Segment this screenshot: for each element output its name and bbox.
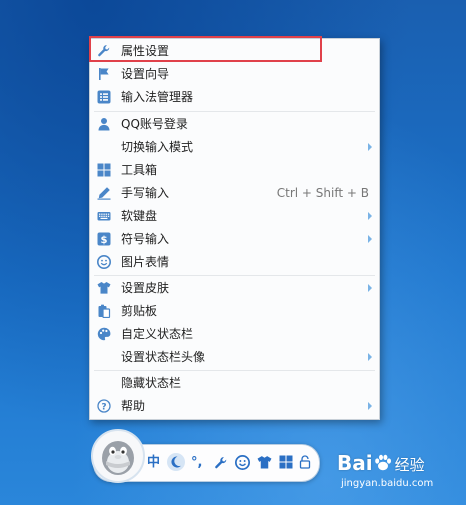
- menu-item-label: 设置状态栏头像: [121, 350, 206, 364]
- help-icon: ?: [97, 399, 111, 413]
- watermark-brand: Bai 经验: [337, 451, 425, 478]
- menu-separator: [94, 275, 375, 276]
- menu-item-hide-statusbar[interactable]: 隐藏状态栏: [90, 372, 379, 395]
- grid-icon[interactable]: [279, 455, 293, 471]
- menu-item-label: 属性设置: [121, 44, 170, 58]
- menu-item-toolbox[interactable]: 工具箱: [90, 159, 379, 182]
- submenu-arrow-icon: [368, 212, 372, 220]
- svg-text:$: $: [101, 235, 108, 246]
- pen-icon: [97, 186, 111, 200]
- punctuation-toggle[interactable]: °,: [191, 455, 202, 471]
- menu-item-label: 软键盘: [121, 209, 158, 223]
- grid-icon: [97, 163, 111, 177]
- menu-item-label: 图片表情: [121, 255, 170, 269]
- menu-item-custom-statusbar[interactable]: 自定义状态栏: [90, 323, 379, 346]
- penguin-avatar-icon: [102, 441, 134, 475]
- menu-item-label: 设置皮肤: [121, 281, 170, 295]
- user-icon: [97, 117, 111, 131]
- submenu-arrow-icon: [368, 402, 372, 410]
- submenu-arrow-icon: [368, 353, 372, 361]
- submenu-arrow-icon: [368, 143, 372, 151]
- submenu-arrow-icon: [368, 284, 372, 292]
- menu-item-label: 符号输入: [121, 232, 170, 246]
- menu-item-qq-login[interactable]: QQ账号登录: [90, 113, 379, 136]
- menu-item-label: 切换输入模式: [121, 140, 194, 154]
- menu-item-label: 手写输入: [121, 186, 170, 200]
- menu-item-label: 自定义状态栏: [121, 327, 194, 341]
- menu-separator: [94, 111, 375, 112]
- menu-item-label: 帮助: [121, 399, 146, 413]
- menu-item-symbol-input[interactable]: $ 符号输入: [90, 228, 379, 251]
- menu-item-setup-wizard[interactable]: 设置向导: [90, 63, 379, 86]
- menu-item-label: QQ账号登录: [121, 117, 188, 131]
- unlock-icon[interactable]: [299, 455, 311, 471]
- submenu-arrow-icon: [368, 235, 372, 243]
- menu-item-properties[interactable]: 属性设置: [90, 40, 379, 63]
- menu-item-clipboard[interactable]: 剪贴板: [90, 300, 379, 323]
- menu-item-label: 输入法管理器: [121, 90, 194, 104]
- menu-item-label: 剪贴板: [121, 304, 158, 318]
- dollar-icon: $: [97, 232, 111, 246]
- flag-icon: [97, 67, 111, 81]
- menu-item-statusbar-avatar[interactable]: 设置状态栏头像: [90, 346, 379, 369]
- chinese-mode-toggle[interactable]: 中: [147, 455, 160, 471]
- smiley-icon[interactable]: [235, 455, 250, 471]
- menu-item-label: 设置向导: [121, 67, 170, 81]
- watermark-url: jingyan.baidu.com: [341, 478, 434, 489]
- wrench-icon: [97, 44, 111, 58]
- moon-icon[interactable]: [166, 452, 186, 471]
- menu-item-label: 工具箱: [121, 163, 158, 177]
- wrench-icon[interactable]: [214, 456, 228, 472]
- menu-item-soft-keyboard[interactable]: 软键盘: [90, 205, 379, 228]
- menu-item-label: 隐藏状态栏: [121, 376, 182, 390]
- watermark-brand-left: Bai: [337, 451, 373, 475]
- paw-icon: [373, 453, 393, 478]
- menu-item-handwriting[interactable]: 手写输入 Ctrl + Shift + B: [90, 182, 379, 205]
- menu-item-shortcut: Ctrl + Shift + B: [276, 186, 369, 200]
- menu-item-ime-manager[interactable]: 输入法管理器: [90, 86, 379, 109]
- menu-separator: [94, 370, 375, 371]
- menu-item-switch-input-mode[interactable]: 切换输入模式: [90, 136, 379, 159]
- menu-item-help[interactable]: ? 帮助: [90, 395, 379, 418]
- clipboard-icon: [97, 304, 111, 318]
- menu-item-set-skin[interactable]: 设置皮肤: [90, 277, 379, 300]
- list-icon: [97, 90, 111, 104]
- shirt-icon: [97, 281, 111, 295]
- menu-item-image-emoji[interactable]: 图片表情: [90, 251, 379, 274]
- watermark-brand-right: 经验: [394, 456, 425, 474]
- palette-icon: [97, 327, 111, 341]
- shirt-icon[interactable]: [257, 455, 272, 471]
- baidu-jingyan-watermark: Bai 经验 jingyan.baidu.com: [337, 449, 462, 499]
- svg-text:?: ?: [101, 402, 106, 412]
- smiley-icon: [97, 255, 111, 269]
- keyboard-icon: [97, 209, 111, 223]
- avatar[interactable]: [91, 429, 145, 483]
- context-menu: 属性设置 设置向导 输入法管理器 QQ账号登录 切换输入模式 工具箱 手写输入: [89, 38, 380, 420]
